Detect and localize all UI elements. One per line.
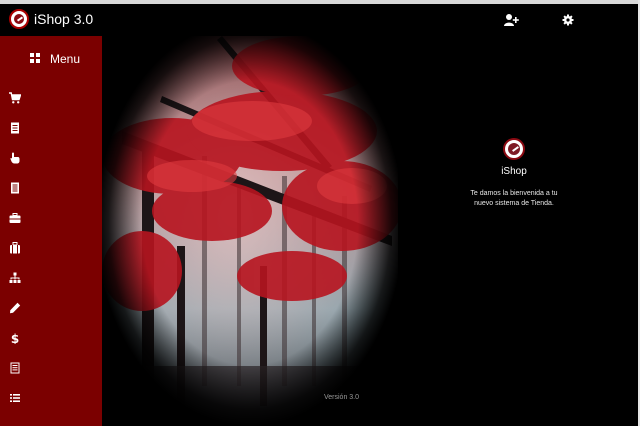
add-user-button[interactable] (503, 12, 519, 28)
cart-icon (9, 92, 21, 104)
sidebar-item-list[interactable] (0, 384, 102, 414)
welcome-message: Te damos la bienvenida a tu nuevo sistem… (455, 189, 573, 209)
menu-label: Menu (50, 52, 81, 66)
dollar-icon: $ (11, 332, 19, 344)
hero-image: Versión 3.0 (102, 36, 398, 426)
document-icon (11, 122, 19, 134)
title-bar: iShop 3.0 (0, 4, 640, 36)
svg-text:$: $ (11, 332, 19, 344)
sidebar-item-edit[interactable] (0, 294, 102, 324)
welcome-line-2: nuevo sistema de Tienda. (474, 200, 554, 207)
welcome-app-name: iShop (501, 166, 527, 177)
app-title: iShop 3.0 (34, 11, 94, 27)
report-icon (10, 362, 20, 374)
sidebar-item-structure[interactable] (0, 264, 102, 294)
pencil-icon (10, 302, 21, 314)
sidebar-item-finance[interactable]: $ (0, 324, 102, 354)
sidebar-item-briefcase[interactable] (0, 204, 102, 234)
sidebar-item-pointer[interactable] (0, 144, 102, 174)
menu-toggle[interactable]: Menu (0, 36, 102, 82)
suitcase-icon (10, 242, 20, 254)
version-label: Versión 3.0 (324, 394, 360, 401)
briefcase-icon (9, 213, 21, 223)
welcome-panel: iShop Te damos la bienvenida a tu nuevo … (455, 138, 573, 209)
grid-icon (30, 53, 40, 63)
sidebar-item-suitcase[interactable] (0, 234, 102, 264)
hero-vignette (102, 36, 398, 426)
sidebar: Menu $ (0, 36, 102, 426)
sidebar-item-list-document[interactable] (0, 174, 102, 204)
sidebar-item-sales[interactable] (0, 84, 102, 114)
sidebar-item-reports[interactable] (0, 354, 102, 384)
hand-pointer-icon (10, 152, 20, 164)
gear-icon (562, 14, 574, 26)
ishop-logo-icon (503, 138, 525, 160)
welcome-line-1: Te damos la bienvenida a tu (470, 190, 558, 197)
list-document-icon (11, 182, 19, 194)
settings-button[interactable] (560, 12, 576, 28)
sidebar-item-documents[interactable] (0, 114, 102, 144)
app-logo-icon (9, 9, 29, 29)
sitemap-icon (9, 272, 21, 283)
list-icon (10, 394, 20, 402)
user-add-icon (504, 14, 519, 26)
